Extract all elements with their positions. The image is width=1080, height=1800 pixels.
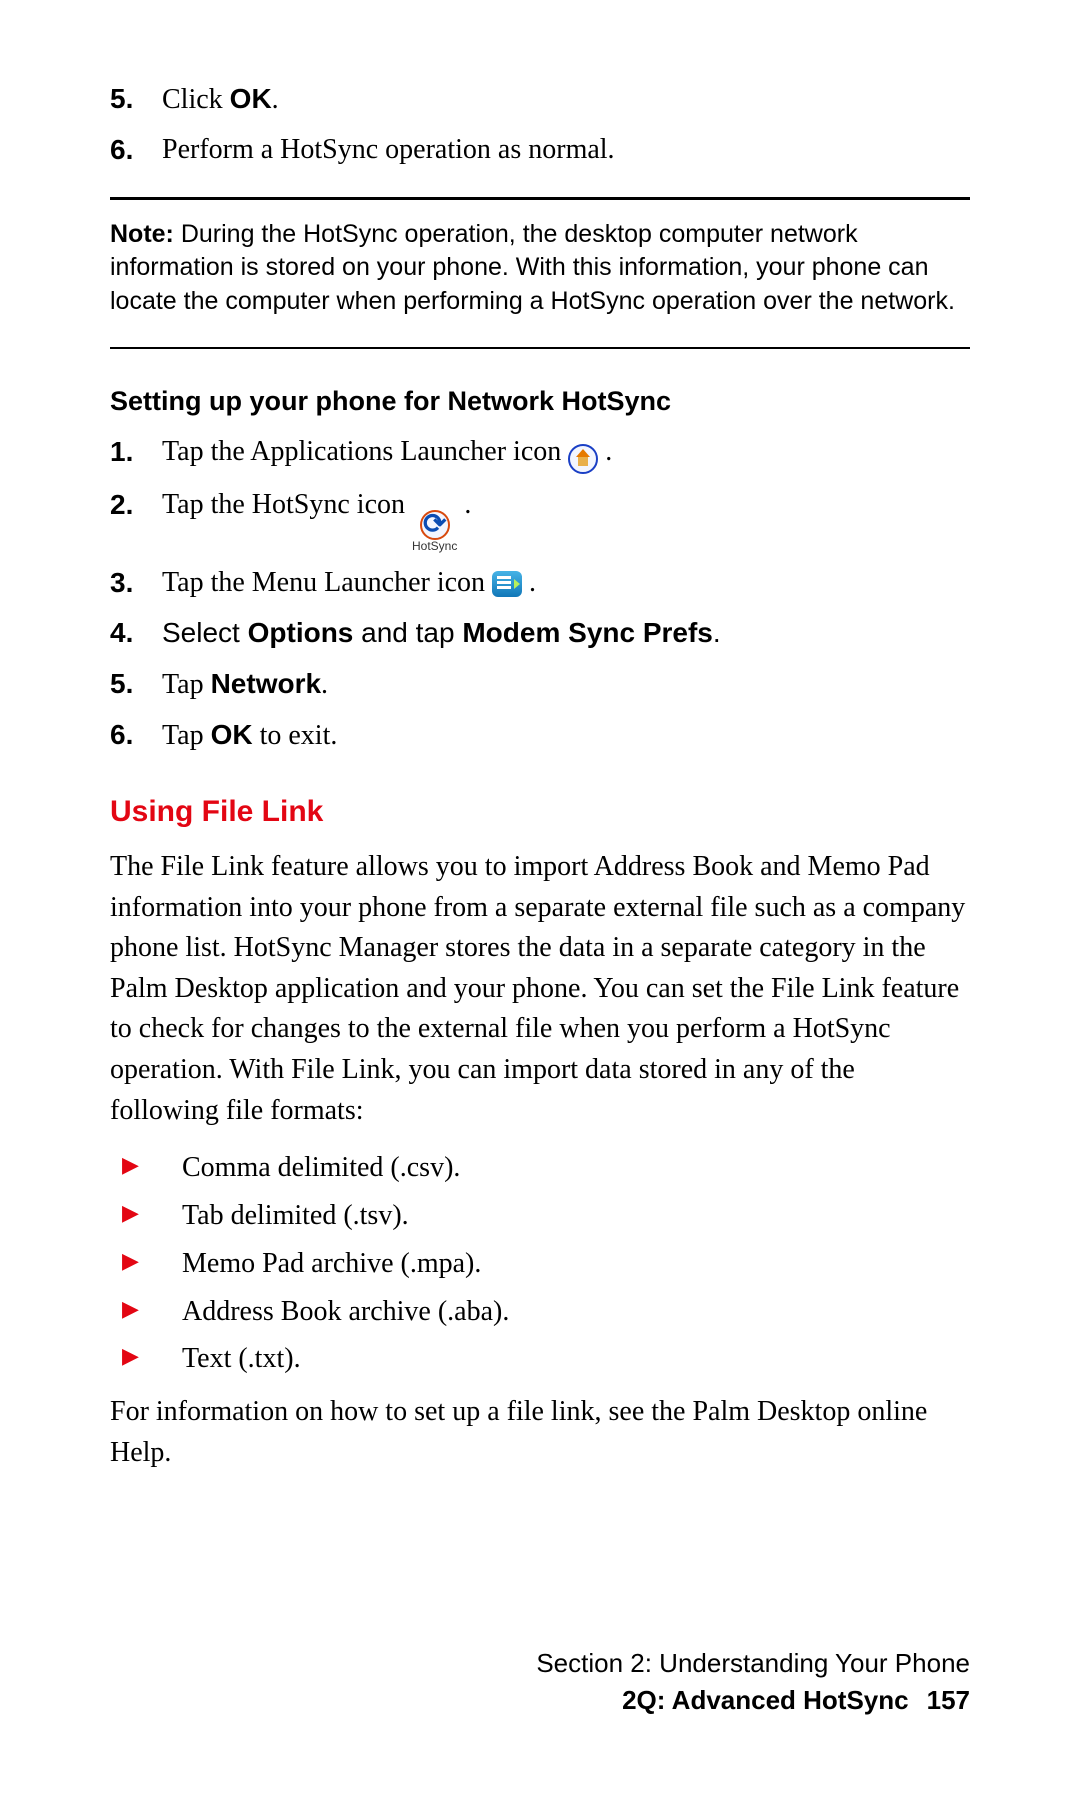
note-label: Note: xyxy=(110,220,174,248)
setup-steps: 1.Tap the Applications Launcher icon .2.… xyxy=(110,433,970,754)
footer-section: Section 2: Understanding Your Phone xyxy=(110,1645,970,1683)
bullet-text: Comma delimited (.csv). xyxy=(182,1149,970,1187)
bullet-icon: ▶ xyxy=(110,1340,182,1372)
step-number: 6. xyxy=(110,131,162,169)
menu-launcher-icon xyxy=(492,571,522,597)
step-item: 2.Tap the HotSync icon ⟳HotSync . xyxy=(110,486,970,552)
step-number: 1. xyxy=(110,433,162,471)
list-item: ▶Memo Pad archive (.mpa). xyxy=(110,1245,970,1283)
bullet-text: Text (.txt). xyxy=(182,1340,970,1378)
step-item: 5.Tap Network. xyxy=(110,665,970,704)
subheading-setup: Setting up your phone for Network HotSyn… xyxy=(110,383,970,419)
page-number: 157 xyxy=(927,1685,970,1715)
hotsync-icon: ⟳HotSync xyxy=(412,510,457,552)
file-format-list: ▶Comma delimited (.csv).▶Tab delimited (… xyxy=(110,1149,970,1378)
file-link-paragraph: The File Link feature allows you to impo… xyxy=(110,847,970,1131)
note-text: During the HotSync operation, the deskto… xyxy=(110,220,955,316)
step-item: 3.Tap the Menu Launcher icon . xyxy=(110,564,970,602)
bullet-icon: ▶ xyxy=(110,1149,182,1181)
list-item: ▶Address Book archive (.aba). xyxy=(110,1293,970,1331)
step-item: 1.Tap the Applications Launcher icon . xyxy=(110,433,970,474)
step-number: 5. xyxy=(110,665,162,703)
step-text: Tap the Applications Launcher icon . xyxy=(162,433,970,474)
divider-bottom xyxy=(110,347,970,349)
bullet-text: Tab delimited (.tsv). xyxy=(182,1197,970,1235)
step-number: 4. xyxy=(110,614,162,652)
note-block: Note: During the HotSync operation, the … xyxy=(110,218,970,319)
step-number: 3. xyxy=(110,564,162,602)
bullet-text: Memo Pad archive (.mpa). xyxy=(182,1245,970,1283)
step-item: 4.Select Options and tap Modem Sync Pref… xyxy=(110,614,970,653)
step-item: 5.Click OK. xyxy=(110,80,970,119)
applications-launcher-icon xyxy=(568,444,598,474)
step-text: Tap the HotSync icon ⟳HotSync . xyxy=(162,486,970,552)
bullet-icon: ▶ xyxy=(110,1245,182,1277)
bullet-icon: ▶ xyxy=(110,1197,182,1229)
heading-file-link: Using File Link xyxy=(110,792,970,833)
step-item: 6.Perform a HotSync operation as normal. xyxy=(110,131,970,169)
step-item: 6.Tap OK to exit. xyxy=(110,716,970,755)
list-item: ▶Text (.txt). xyxy=(110,1340,970,1378)
footer-chapter: 2Q: Advanced HotSync157 xyxy=(110,1682,970,1720)
intro-steps: 5.Click OK.6.Perform a HotSync operation… xyxy=(110,80,970,169)
step-number: 2. xyxy=(110,486,162,524)
step-text: Perform a HotSync operation as normal. xyxy=(162,131,970,169)
list-item: ▶Comma delimited (.csv). xyxy=(110,1149,970,1187)
step-text: Tap the Menu Launcher icon . xyxy=(162,564,970,602)
step-number: 6. xyxy=(110,716,162,754)
step-text: Select Options and tap Modem Sync Prefs. xyxy=(162,614,970,653)
step-text: Tap OK to exit. xyxy=(162,716,970,755)
bullet-text: Address Book archive (.aba). xyxy=(182,1293,970,1331)
step-text: Tap Network. xyxy=(162,665,970,704)
step-number: 5. xyxy=(110,80,162,118)
bullet-icon: ▶ xyxy=(110,1293,182,1325)
list-item: ▶Tab delimited (.tsv). xyxy=(110,1197,970,1235)
page-footer: Section 2: Understanding Your Phone 2Q: … xyxy=(110,1645,970,1720)
divider-top xyxy=(110,197,970,200)
step-text: Click OK. xyxy=(162,80,970,119)
closing-paragraph: For information on how to set up a file … xyxy=(110,1392,970,1473)
